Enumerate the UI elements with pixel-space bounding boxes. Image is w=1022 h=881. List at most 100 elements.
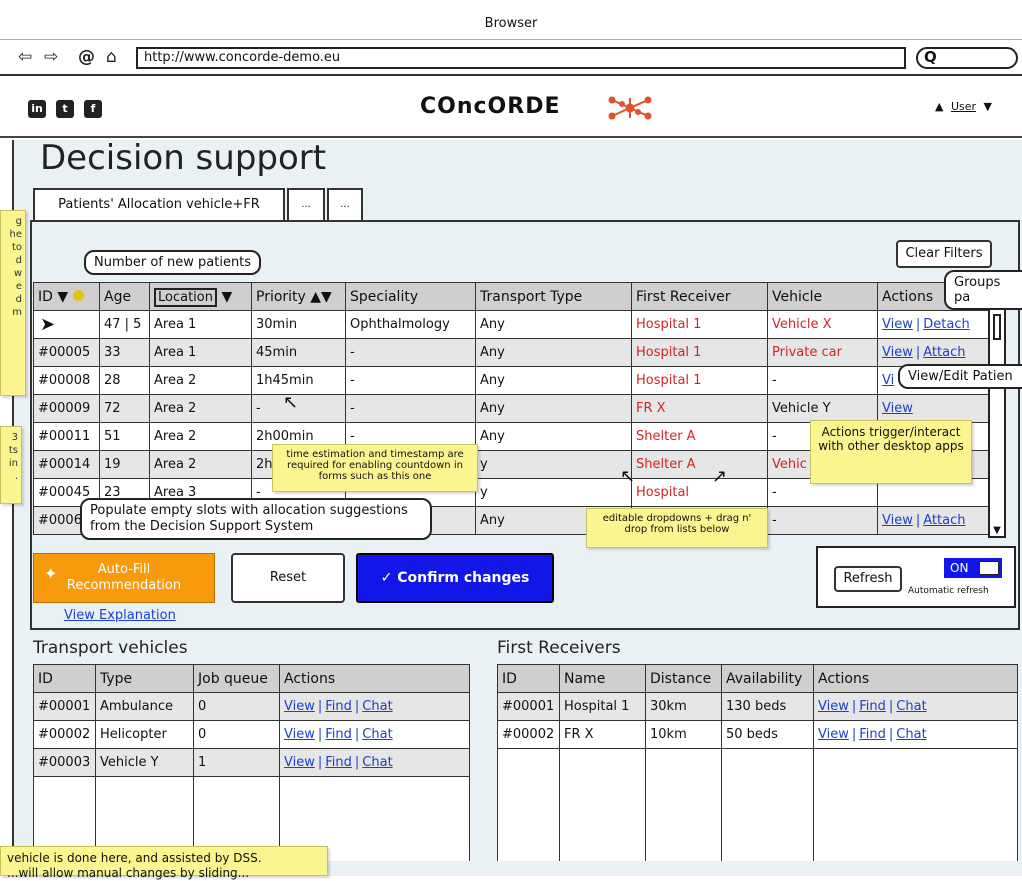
empty-cell (559, 776, 646, 805)
find-link[interactable]: Find (325, 699, 352, 714)
col-vehicle-header[interactable]: Vehicle (767, 282, 878, 311)
empty-cell (95, 776, 194, 805)
sort-icon[interactable]: ▲▼ (310, 289, 332, 305)
scrollbar-thumb[interactable] (993, 314, 1001, 340)
linkedin-icon[interactable]: in (28, 100, 46, 118)
table-cell-actions: View|Attach (877, 506, 989, 535)
tab-patients-allocation[interactable]: Patients' Allocation vehicle+FR (33, 188, 285, 222)
col-id-header[interactable]: ID ▼ (33, 282, 100, 311)
chat-link[interactable]: Chat (362, 699, 392, 714)
view-link[interactable]: View (284, 755, 315, 770)
confirm-changes-button[interactable]: ✓ Confirm changes (356, 553, 554, 603)
view-link[interactable]: Vi (882, 373, 894, 388)
auto-fill-button[interactable]: ✦ Auto-Fill Recommendation (33, 553, 215, 603)
empty-cell (721, 776, 814, 805)
empty-row (33, 776, 470, 805)
table-row[interactable]: 47 | 5 Area 1 30min Ophthalmology Any Hospita… (33, 310, 989, 339)
reset-button[interactable]: Reset (231, 553, 345, 603)
table-cell-receiver[interactable]: Shelter A (631, 450, 768, 479)
twitter-icon[interactable]: t (56, 100, 74, 118)
find-link[interactable]: Find (859, 727, 886, 742)
view-link[interactable]: View (284, 699, 315, 714)
link-separator: | (915, 345, 921, 360)
table-cell-receiver[interactable]: Hospital 1 (631, 366, 768, 395)
empty-cell (813, 832, 1018, 861)
col-receiver-header[interactable]: First Receiver (631, 282, 768, 311)
tab-more-2[interactable]: ... (327, 188, 363, 222)
empty-cell (813, 748, 1018, 777)
view-link[interactable]: View (882, 513, 913, 528)
view-link[interactable]: View (882, 317, 913, 332)
table-cell-vehicle[interactable]: - (767, 506, 878, 535)
table-cell-receiver[interactable]: Shelter A (631, 422, 768, 451)
table-cell-id: #00008 (33, 366, 100, 395)
col-header: Actions (279, 664, 470, 693)
col-speciality-header[interactable]: Speciality (345, 282, 476, 311)
table-cell-vehicle[interactable]: Vehicle Y (767, 394, 878, 423)
attach-link[interactable]: Attach (923, 513, 965, 528)
chat-link[interactable]: Chat (362, 727, 392, 742)
view-link[interactable]: View (818, 699, 849, 714)
table-cell-actions: View | Find | Chat (813, 720, 1018, 749)
clear-filters-button[interactable]: Clear Filters (896, 240, 992, 268)
table-cell-vehicle[interactable]: Private car (767, 338, 878, 367)
table-cell-speciality: - (345, 394, 476, 423)
tab-more-1[interactable]: ... (287, 188, 325, 222)
filter-dropdown-icon[interactable]: ▼ (221, 289, 232, 305)
back-icon[interactable]: ⇦ (18, 47, 32, 67)
chat-link[interactable]: Chat (896, 727, 926, 742)
url-input[interactable]: http://www.concorde-demo.eu (136, 47, 906, 69)
table-cell-vehicle[interactable]: - (767, 366, 878, 395)
col-priority-header[interactable]: Priority ▲▼ (251, 282, 346, 311)
view-link[interactable]: View (882, 401, 913, 416)
table-cell-actions: View | Find | Chat (279, 748, 470, 777)
note-time-estimation: time estimation and timestamp are requir… (272, 444, 478, 492)
table-cell-distance: 10km (645, 720, 722, 749)
table-cell-receiver[interactable]: Hospital (631, 478, 768, 507)
table-cell-age: 72 (99, 394, 150, 423)
reload-icon[interactable]: @ (78, 47, 95, 67)
table-cell-actions: View (877, 394, 989, 423)
link-separator: | (317, 699, 323, 714)
scroll-down-icon[interactable]: ▼ (991, 525, 1003, 536)
col-transport-header[interactable]: Transport Type (475, 282, 632, 311)
table-cell-receiver[interactable]: FR X (631, 394, 768, 423)
table-cell-availability: 130 beds (721, 692, 814, 721)
table-row[interactable]: #00008 28 Area 2 1h45min - Any Hospital 1- Vi (33, 366, 989, 395)
table-row: #00001 Ambulance 0 View | Find | Chat (33, 692, 470, 721)
view-link[interactable]: View (882, 345, 913, 360)
view-link[interactable]: View (818, 727, 849, 742)
empty-cell (645, 776, 722, 805)
table-row[interactable]: #00005 33 Area 1 45min - Any Hospital 1 Private… (33, 338, 989, 367)
refresh-panel: Refresh ON Automatic refresh (816, 546, 1016, 608)
find-link[interactable]: Find (325, 727, 352, 742)
table-row: #00002 FR X 10km 50 beds View | Find | Chat (497, 720, 1018, 749)
filter-dropdown-icon[interactable]: ▼ (57, 289, 68, 305)
view-explanation-link[interactable]: View Explanation (64, 608, 176, 623)
col-age-header[interactable]: Age (99, 282, 150, 311)
user-menu[interactable]: ▲ User ▼ (935, 100, 992, 113)
transport-vehicles-title: Transport vehicles (33, 638, 188, 658)
empty-cell (193, 776, 280, 805)
home-icon[interactable]: ⌂ (106, 47, 117, 67)
auto-refresh-toggle[interactable]: ON (944, 558, 1002, 578)
patients-scrollbar[interactable]: ▼ (988, 306, 1006, 538)
find-link[interactable]: Find (859, 699, 886, 714)
facebook-icon[interactable]: f (84, 100, 102, 118)
table-cell-receiver[interactable]: Hospital 1 (631, 338, 768, 367)
table-row[interactable]: #00009 72 Area 2- - Any FR X Vehicle Y View (33, 394, 989, 423)
refresh-button[interactable]: Refresh (834, 566, 902, 592)
browser-title-bar: Browser (0, 0, 1022, 40)
view-link[interactable]: View (284, 727, 315, 742)
browser-search-input[interactable]: Q (916, 47, 1018, 69)
chat-link[interactable]: Chat (362, 755, 392, 770)
table-cell-vehicle[interactable]: Vehicle X (767, 310, 878, 339)
find-link[interactable]: Find (325, 755, 352, 770)
chat-link[interactable]: Chat (896, 699, 926, 714)
forward-icon[interactable]: ⇨ (44, 47, 58, 67)
attach-link[interactable]: Detach (923, 317, 969, 332)
table-cell-receiver[interactable]: Hospital 1 (631, 310, 768, 339)
attach-link[interactable]: Attach (923, 345, 965, 360)
patients-header-row: ID ▼ Age Location ▼ Priority ▲▼ Speciali… (33, 282, 989, 311)
col-location-header[interactable]: Location ▼ (149, 282, 252, 311)
